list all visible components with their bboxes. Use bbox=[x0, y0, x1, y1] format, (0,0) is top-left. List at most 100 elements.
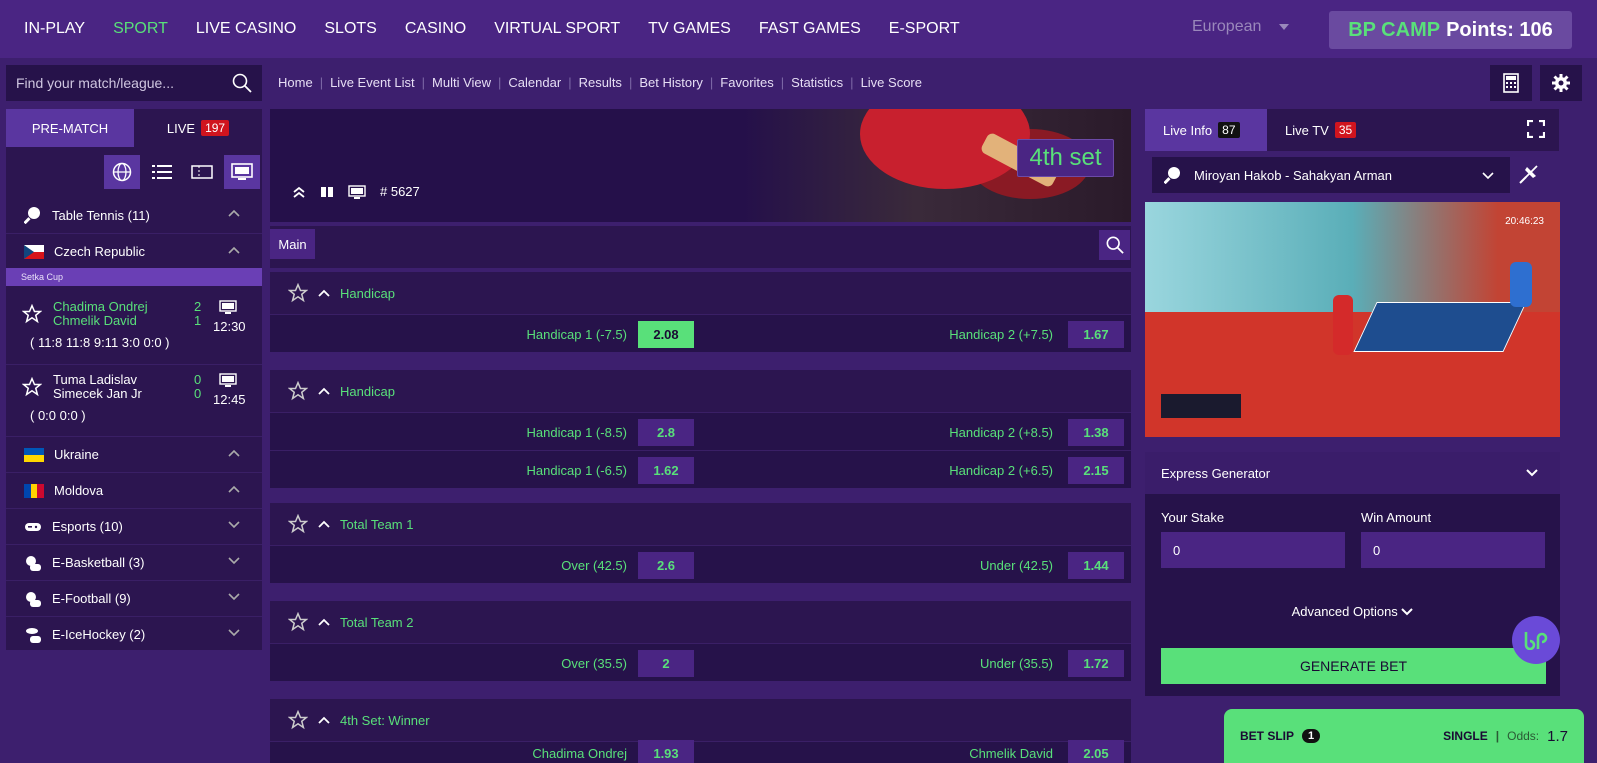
market-header[interactable]: Handicap bbox=[270, 370, 1131, 412]
scoreboard-icon[interactable] bbox=[320, 186, 334, 198]
country-czech-republic[interactable]: Czech Republic bbox=[6, 233, 262, 269]
win-amount-input[interactable] bbox=[1361, 532, 1545, 568]
star-icon[interactable] bbox=[288, 710, 308, 730]
nav-fast-games[interactable]: FAST GAMES bbox=[745, 20, 875, 38]
link-home[interactable]: Home bbox=[278, 75, 313, 90]
search-input[interactable] bbox=[16, 75, 232, 91]
sport-table-tennis[interactable]: Table Tennis (11) bbox=[6, 197, 262, 233]
tab-live-info[interactable]: Live Info 87 bbox=[1145, 109, 1267, 151]
search-icon[interactable] bbox=[232, 73, 252, 93]
globe-view-button[interactable] bbox=[104, 155, 140, 189]
star-icon[interactable] bbox=[288, 514, 308, 534]
video-timestamp: 20:46:23 bbox=[1505, 216, 1544, 227]
outcome-label: Handicap 1 (-6.5) bbox=[526, 463, 627, 478]
odds-button[interactable]: 2.15 bbox=[1068, 457, 1124, 484]
monitor-icon[interactable] bbox=[348, 184, 366, 199]
match-item[interactable]: Tuma Ladislav Simecek Jan Jr 0 0 12:45 (… bbox=[6, 364, 262, 434]
tab-live-tv[interactable]: Live TV 35 bbox=[1267, 109, 1374, 151]
odds-button[interactable]: 2.05 bbox=[1068, 740, 1124, 763]
market-total-team-2: Total Team 2 Over (35.5) 2 Under (35.5) … bbox=[270, 601, 1131, 681]
sport-esports[interactable]: Esports (10) bbox=[6, 508, 262, 544]
odds-button[interactable]: 2.8 bbox=[638, 419, 694, 446]
nav-slots[interactable]: SLOTS bbox=[310, 20, 390, 38]
tab-pre-match-label: PRE-MATCH bbox=[31, 120, 109, 136]
league-setka-cup[interactable]: Setka Cup bbox=[6, 268, 262, 286]
match-select-dropdown[interactable]: Miroyan Hakob - Sahakyan Arman bbox=[1152, 157, 1510, 193]
tab-main[interactable]: Main bbox=[270, 229, 315, 259]
country-ukraine[interactable]: Ukraine bbox=[6, 436, 262, 472]
settings-button[interactable] bbox=[1540, 65, 1582, 101]
link-bet-history[interactable]: Bet History bbox=[639, 75, 703, 90]
chevron-up-icon[interactable] bbox=[318, 387, 330, 395]
collapse-up-icon[interactable] bbox=[292, 185, 306, 199]
nav-sport[interactable]: SPORT bbox=[99, 20, 182, 38]
link-calendar[interactable]: Calendar bbox=[508, 75, 561, 90]
ticket-view-button[interactable] bbox=[184, 155, 220, 189]
sport-label: Esports (10) bbox=[52, 519, 123, 534]
link-results[interactable]: Results bbox=[579, 75, 622, 90]
star-icon[interactable] bbox=[22, 304, 42, 324]
odds-format-select[interactable]: European bbox=[1192, 18, 1290, 36]
sport-e-basketball[interactable]: E-Basketball (3) bbox=[6, 544, 262, 580]
list-view-button[interactable] bbox=[144, 155, 180, 189]
nav-virtual-sport[interactable]: VIRTUAL SPORT bbox=[480, 20, 634, 38]
chevron-up-icon[interactable] bbox=[318, 716, 330, 724]
odds-button[interactable]: 1.62 bbox=[638, 457, 694, 484]
nav-in-play[interactable]: IN-PLAY bbox=[10, 20, 99, 38]
odds-button[interactable]: 1.93 bbox=[638, 740, 694, 763]
pin-icon[interactable] bbox=[1518, 163, 1540, 185]
stake-input[interactable] bbox=[1161, 532, 1345, 568]
odds-button[interactable]: 1.38 bbox=[1068, 419, 1124, 446]
market-search-button[interactable] bbox=[1099, 230, 1130, 260]
sport-e-football[interactable]: E-Football (9) bbox=[6, 580, 262, 616]
nav-live-casino[interactable]: LIVE CASINO bbox=[182, 20, 310, 38]
bp-camp-points[interactable]: BP CAMP Points: 106 bbox=[1329, 11, 1572, 49]
express-generator-header[interactable]: Express Generator bbox=[1145, 452, 1560, 494]
tab-live[interactable]: LIVE 197 bbox=[134, 109, 262, 147]
market-header[interactable]: Total Team 2 bbox=[270, 601, 1131, 643]
match-item[interactable]: Chadima Ondrej Chmelik David 2 1 12:30 (… bbox=[6, 292, 262, 362]
star-icon[interactable] bbox=[22, 377, 42, 397]
bet-slip-bar[interactable]: BET SLIP 1 SINGLE | Odds: 1.7 bbox=[1224, 709, 1584, 763]
star-icon[interactable] bbox=[288, 381, 308, 401]
odds-button[interactable]: 2.08 bbox=[638, 321, 694, 348]
link-statistics[interactable]: Statistics bbox=[791, 75, 843, 90]
link-multi-view[interactable]: Multi View bbox=[432, 75, 491, 90]
country-moldova[interactable]: Moldova bbox=[6, 472, 262, 508]
tab-pre-match[interactable]: PRE-MATCH bbox=[6, 109, 134, 147]
bp-assistant-button[interactable] bbox=[1512, 616, 1560, 664]
calculator-button[interactable] bbox=[1490, 65, 1532, 101]
star-icon[interactable] bbox=[288, 283, 308, 303]
nav-tv-games[interactable]: TV GAMES bbox=[634, 20, 745, 38]
separator: | bbox=[709, 75, 714, 90]
market-header[interactable]: Handicap bbox=[270, 272, 1131, 314]
total-odds: 1.7 bbox=[1547, 727, 1568, 745]
bp-camp-points-value: Points: 106 bbox=[1446, 18, 1553, 41]
fullscreen-icon[interactable] bbox=[1527, 120, 1545, 138]
link-live-score[interactable]: Live Score bbox=[861, 75, 922, 90]
star-icon[interactable] bbox=[288, 612, 308, 632]
right-tabs: Live Info 87 Live TV 35 bbox=[1145, 109, 1559, 151]
generate-bet-button[interactable]: GENERATE BET bbox=[1161, 648, 1546, 684]
odds-button[interactable]: 2.6 bbox=[638, 552, 694, 579]
monitor-view-button[interactable] bbox=[224, 155, 260, 189]
live-count-badge: 197 bbox=[201, 120, 230, 136]
odds-button[interactable]: 2 bbox=[638, 650, 694, 677]
live-video-player[interactable]: 20:46:23 bbox=[1145, 202, 1560, 437]
outcome-label: Chmelik David bbox=[969, 746, 1053, 761]
tab-live-label: LIVE bbox=[166, 120, 196, 136]
sport-e-icehockey[interactable]: E-IceHockey (2) bbox=[6, 616, 262, 652]
chevron-up-icon[interactable] bbox=[318, 520, 330, 528]
odds-button[interactable]: 1.72 bbox=[1068, 650, 1124, 677]
nav-e-sport[interactable]: E-SPORT bbox=[875, 20, 974, 38]
odds-button[interactable]: 1.67 bbox=[1068, 321, 1124, 348]
odds-button[interactable]: 1.44 bbox=[1068, 552, 1124, 579]
chevron-up-icon[interactable] bbox=[318, 618, 330, 626]
link-favorites[interactable]: Favorites bbox=[720, 75, 773, 90]
market-header[interactable]: Total Team 1 bbox=[270, 503, 1131, 545]
advanced-options-toggle[interactable]: Advanced Options bbox=[1145, 604, 1560, 619]
link-live-event-list[interactable]: Live Event List bbox=[330, 75, 415, 90]
market-header[interactable]: 4th Set: Winner bbox=[270, 699, 1131, 741]
nav-casino[interactable]: CASINO bbox=[391, 20, 480, 38]
chevron-up-icon[interactable] bbox=[318, 289, 330, 297]
